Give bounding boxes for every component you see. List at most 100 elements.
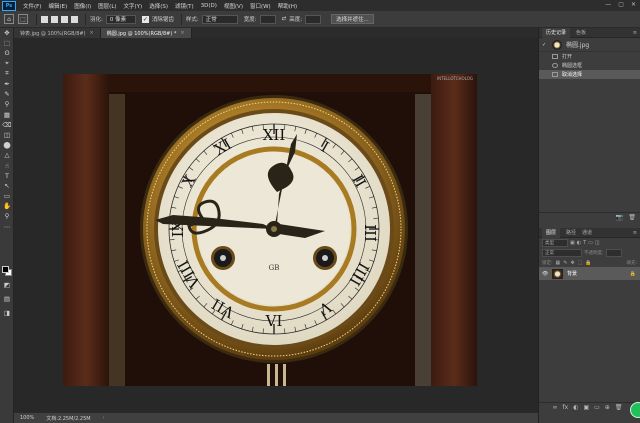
close-icon[interactable]: ×	[180, 30, 184, 36]
tab-history[interactable]: 历史记录	[542, 27, 571, 38]
menu-window[interactable]: 窗口(W)	[250, 2, 271, 10]
menu-file[interactable]: 文件(F)	[23, 2, 41, 10]
notification-badge[interactable]	[630, 402, 640, 418]
brush-source-icon[interactable]: ✓	[542, 42, 548, 48]
numeral-vi: VI	[265, 312, 283, 330]
frame-icon[interactable]: ◨	[0, 308, 14, 318]
chevron-right-icon[interactable]: ›	[103, 415, 105, 421]
lock-all-icon[interactable]: 🔒	[585, 260, 591, 266]
eye-icon[interactable]: 👁	[542, 271, 548, 277]
image-filter-icon[interactable]: ▣	[570, 240, 575, 246]
close-icon[interactable]: ✕	[631, 1, 636, 8]
filter-type-select[interactable]: 类型	[542, 239, 568, 247]
opacity-input[interactable]	[605, 249, 622, 257]
lock-position-icon[interactable]: ✥	[570, 260, 574, 266]
history-brush-tool-icon[interactable]: ▦	[0, 110, 14, 120]
marquee-tool-icon[interactable]: ⬚	[18, 14, 28, 24]
trash-icon[interactable]: 🗑	[628, 214, 636, 221]
height-input[interactable]	[305, 14, 322, 24]
home-icon[interactable]: ⌂	[4, 14, 14, 24]
blur-tool-icon[interactable]: ⬤	[0, 140, 14, 150]
maximize-icon[interactable]: ▢	[618, 1, 624, 8]
move-tool-icon[interactable]: ✥	[0, 28, 14, 38]
history-item[interactable]: 打开	[539, 52, 640, 61]
menu-view[interactable]: 视图(V)	[224, 2, 243, 10]
crop-tool-icon[interactable]: ⌗	[0, 69, 14, 79]
dodge-tool-icon[interactable]: △	[0, 150, 14, 160]
menu-type[interactable]: 文字(Y)	[124, 2, 143, 10]
menu-edit[interactable]: 编辑(E)	[48, 2, 67, 10]
screen-mode-icon[interactable]: ▤	[0, 294, 14, 304]
adjustment-icon[interactable]: ◐	[573, 404, 578, 411]
add-selection-icon[interactable]	[51, 15, 58, 23]
menu-help[interactable]: 帮助(H)	[278, 2, 297, 10]
more-tools-icon[interactable]: ⋯	[0, 222, 14, 232]
layer-row[interactable]: 👁 背景 🔒	[539, 267, 640, 280]
rect-marquee-tool-icon[interactable]: ⬚	[0, 38, 14, 48]
shape-tool-icon[interactable]: ▭	[0, 191, 14, 201]
link-icon[interactable]: ∞	[553, 404, 558, 411]
stamp-tool-icon[interactable]: ⚲	[0, 99, 14, 109]
menu-3d[interactable]: 3D(D)	[201, 3, 217, 9]
document-image[interactable]: XII I II III IIII V VI VII VIII IX X XI …	[63, 74, 477, 386]
color-swatches[interactable]	[2, 266, 12, 276]
menu-filter[interactable]: 滤镜(T)	[175, 2, 194, 10]
zoom-level[interactable]: 100%	[20, 415, 34, 421]
tab-layers[interactable]: 图层	[542, 227, 561, 238]
shape-filter-icon[interactable]: ▭	[588, 240, 593, 246]
menu-select[interactable]: 选择(S)	[149, 2, 168, 10]
text-filter-icon[interactable]: T	[583, 240, 586, 246]
mask-icon[interactable]: ▣	[583, 404, 589, 411]
tab-paths[interactable]: 路径	[566, 229, 576, 236]
antialias-checkbox[interactable]: ✓	[141, 15, 149, 23]
subtract-selection-icon[interactable]	[61, 15, 68, 23]
panel-menu-icon[interactable]: ≡	[633, 230, 637, 236]
tab-ellipse[interactable]: 椭圆.jpg @ 100%(RGB/8#) * ×	[100, 28, 192, 38]
zoom-tool-icon[interactable]: ⚲	[0, 211, 14, 221]
brush-tool-icon[interactable]: ✎	[0, 89, 14, 99]
numeral-xii: XII	[263, 126, 286, 144]
history-item[interactable]: 椭圆选框	[539, 61, 640, 70]
intersect-selection-icon[interactable]	[71, 15, 78, 23]
quick-mask-icon[interactable]: ◩	[0, 280, 14, 290]
menu-image[interactable]: 图像(I)	[74, 2, 91, 10]
tab-clock[interactable]: 钟表.jpg @ 100%(RGB/8#) ×	[14, 28, 101, 38]
minimize-icon[interactable]: —	[605, 1, 611, 8]
select-and-mask-button[interactable]: 选择并遮住...	[331, 14, 374, 24]
menu-layer[interactable]: 图层(L)	[98, 2, 116, 10]
new-layer-icon[interactable]: ⊕	[605, 404, 610, 411]
adjust-filter-icon[interactable]: ◐	[577, 240, 581, 246]
foreground-color-swatch[interactable]	[2, 266, 9, 273]
trash-icon[interactable]: 🗑	[615, 404, 623, 411]
gradient-tool-icon[interactable]: ◫	[0, 130, 14, 140]
camera-icon[interactable]: 📷	[616, 214, 623, 221]
fx-icon[interactable]: fx	[563, 404, 569, 411]
smart-filter-icon[interactable]: ◫	[595, 240, 600, 246]
history-snapshot[interactable]: ✓ 椭圆.jpg	[539, 38, 640, 52]
blend-mode-select[interactable]: 正常	[542, 249, 582, 257]
hand-tool-icon[interactable]: ✋	[0, 201, 14, 211]
swap-icon[interactable]: ⇄	[282, 16, 287, 22]
tab-swatches[interactable]: 色板	[576, 29, 586, 36]
type-tool-icon[interactable]: T	[0, 171, 14, 181]
width-input[interactable]	[259, 14, 276, 24]
style-select[interactable]: 正常	[201, 14, 238, 24]
lock-pixels-icon[interactable]: ▦	[556, 260, 561, 266]
quick-select-tool-icon[interactable]: ⌖	[0, 59, 14, 69]
pen-tool-icon[interactable]: ☝	[0, 160, 14, 170]
eyedropper-tool-icon[interactable]: ✒	[0, 79, 14, 89]
canvas-area[interactable]: XII I II III IIII V VI VII VIII IX X XI …	[14, 38, 538, 412]
lock-paint-icon[interactable]: ✎	[563, 260, 567, 266]
feather-input[interactable]: 0 像素	[105, 14, 136, 24]
panel-menu-icon[interactable]: ≡	[633, 30, 637, 36]
lasso-tool-icon[interactable]: ʘ	[0, 48, 14, 58]
eraser-tool-icon[interactable]: ⌫	[0, 120, 14, 130]
path-select-tool-icon[interactable]: ↖	[0, 181, 14, 191]
new-selection-icon[interactable]	[41, 15, 48, 23]
tab-channels[interactable]: 通道	[582, 229, 592, 236]
close-icon[interactable]: ×	[90, 30, 94, 36]
group-icon[interactable]: ▭	[594, 404, 600, 411]
history-item[interactable]: 取消选择	[539, 70, 640, 79]
artboard-icon[interactable]: ⬚	[578, 260, 583, 266]
fill-label: 填充:	[626, 260, 637, 266]
